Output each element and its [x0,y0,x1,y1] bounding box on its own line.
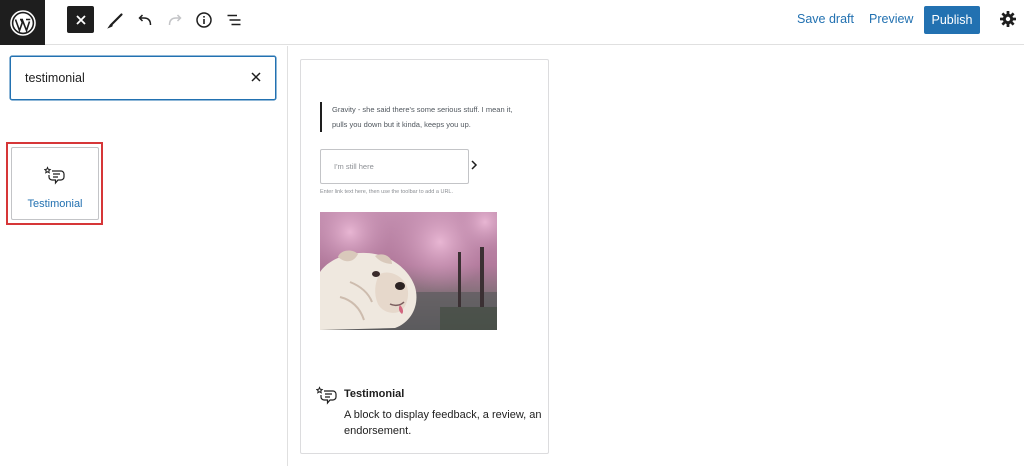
details-button[interactable] [190,6,218,34]
editor-header: Save draft Preview Publish [0,0,1024,45]
tools-button[interactable] [102,6,130,34]
info-icon [196,12,212,28]
publish-button[interactable]: Publish [924,6,980,34]
clear-search-button[interactable] [249,70,263,89]
wordpress-logo-icon[interactable] [0,0,45,45]
save-draft-button[interactable]: Save draft [797,12,854,26]
block-description: A block to display feedback, a review, a… [344,409,542,437]
preview-quote: Gravity - she said there's some serious … [320,102,525,132]
block-result-label: Testimonial [27,198,83,210]
close-inserter-button[interactable] [67,6,94,33]
testimonial-icon [44,166,65,185]
close-icon [251,72,261,82]
pencil-icon [107,13,123,29]
testimonial-icon [315,386,338,411]
redo-icon [168,14,182,26]
preview-button[interactable]: Preview [869,12,913,26]
redo-button[interactable] [161,6,189,34]
link-placeholder: I'm still here [334,162,374,171]
close-icon [75,14,86,25]
undo-icon [138,14,152,26]
preview-link-field: I'm still here [320,149,469,184]
preview-image-bulldog [320,212,497,330]
undo-button[interactable] [131,6,159,34]
settings-button[interactable] [997,8,1019,35]
link-hint-text: Enter link text here, then use the toolb… [320,189,453,195]
block-result-testimonial[interactable]: Testimonial [11,147,99,220]
list-view-icon [227,14,241,26]
block-inserter-panel: testimonial Testimonial [0,46,288,466]
search-value: testimonial [25,71,85,85]
block-title: Testimonial [344,388,405,400]
gear-icon [1000,11,1016,27]
chevron-right-icon [469,158,479,177]
block-preview-panel: Gravity - she said there's some serious … [300,59,549,454]
list-view-button[interactable] [220,6,248,34]
block-search-input[interactable]: testimonial [10,56,276,100]
